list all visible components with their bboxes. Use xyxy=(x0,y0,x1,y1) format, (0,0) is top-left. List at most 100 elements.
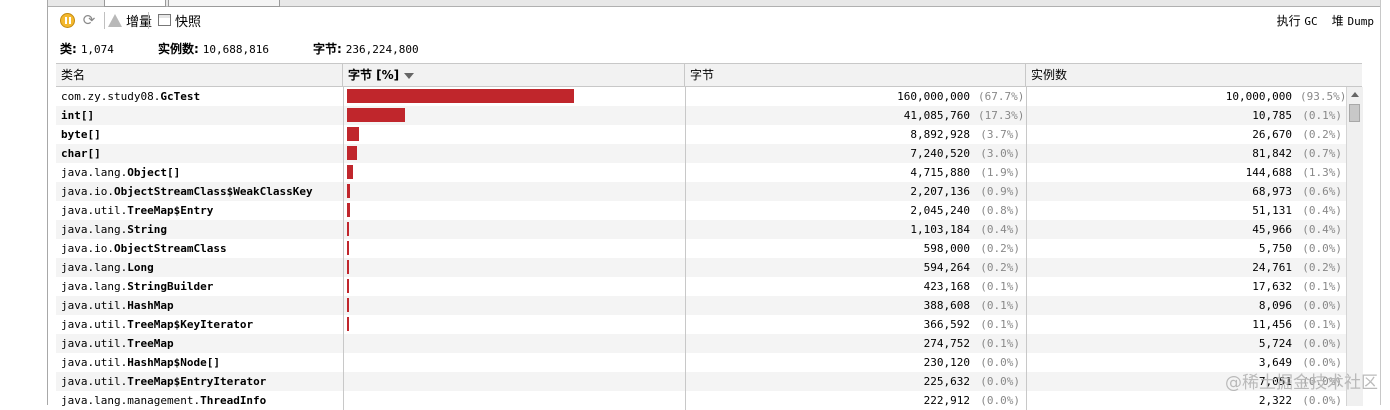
table-row[interactable]: java.io.ObjectStreamClass 598,000 (0.2%) 5,… xyxy=(56,239,1362,258)
class-name-cell: java.util.TreeMap$KeyIterator xyxy=(56,315,343,334)
table-row[interactable]: java.util.HashMap$Node[] 230,120 (0.0%) 3,6… xyxy=(56,353,1362,372)
table-row[interactable]: byte[] 8,892,928 (3.7%) 26,670 (0.2%) xyxy=(56,125,1362,144)
bytes-value: 222,912 xyxy=(923,394,970,407)
table-row[interactable]: java.lang.String 1,103,184 (0.4%) 45,966 (0.… xyxy=(56,220,1362,239)
classes-label: 类: xyxy=(60,41,77,56)
bytes-percent-label: (0.1%) xyxy=(980,299,1020,312)
summary-bar: 类: 1,074 实例数: 10,688,816 字节: 236,224,800 xyxy=(60,40,463,56)
bytes-percent-cell xyxy=(343,163,685,182)
bytes-percent-cell xyxy=(343,144,685,163)
instances-cell: 24,761 (0.2%) xyxy=(1026,258,1346,277)
class-name-cell: java.lang.Long xyxy=(56,258,343,277)
class-simple-name: Object[] xyxy=(127,166,181,179)
sort-descending-icon xyxy=(404,72,415,79)
bytes-value: 423,168 xyxy=(923,280,970,293)
table-row[interactable]: java.util.TreeMap$EntryIterator 225,632 (0… xyxy=(56,372,1362,391)
class-simple-name: TreeMap$KeyIterator xyxy=(127,318,254,331)
bytes-value: 274,752 xyxy=(923,337,970,350)
bytes-cell: 160,000,000 (67.7%) xyxy=(685,87,1026,106)
instances-percent-label: (0.0%) xyxy=(1302,375,1342,388)
bytes-percent-bar xyxy=(347,260,349,274)
instances-value: 26,670 xyxy=(1252,128,1292,141)
bytes-cell: 4,715,880 (1.9%) xyxy=(685,163,1026,182)
class-simple-name: ThreadInfo xyxy=(200,394,267,407)
class-package: java.lang. xyxy=(61,223,128,236)
table-row[interactable]: com.zy.study08.GcTest 160,000,000 (67.7%) 1… xyxy=(56,87,1362,106)
run-gc-button[interactable]: 执行 GC xyxy=(1277,12,1318,29)
delta-button[interactable]: 增量 xyxy=(108,10,152,30)
vertical-scrollbar[interactable] xyxy=(1346,87,1363,406)
bytes-cell: 594,264 (0.2%) xyxy=(685,258,1026,277)
bytes-value: 7,240,520 xyxy=(910,147,970,160)
class-package: java.lang. xyxy=(61,166,128,179)
table-row[interactable]: java.lang.Object[] 4,715,880 (1.9%) 144,688… xyxy=(56,163,1362,182)
bytes-percent-bar xyxy=(347,317,349,331)
table-row[interactable]: java.io.ObjectStreamClass$WeakClassKey 2,… xyxy=(56,182,1362,201)
instances-value: 8,096 xyxy=(1258,299,1292,312)
class-name-cell: java.io.ObjectStreamClass$WeakClassKey xyxy=(56,182,343,201)
bytes-percent-label: (0.1%) xyxy=(980,280,1020,293)
instances-value: 68,973 xyxy=(1252,185,1292,198)
bytes-percent-label: (0.0%) xyxy=(980,356,1020,369)
bytes-percent-label: (3.7%) xyxy=(980,128,1020,141)
class-package: java.util. xyxy=(61,375,128,388)
bytes-percent-bar xyxy=(347,203,350,217)
bytes-percent-label: (1.9%) xyxy=(980,166,1020,179)
table-row[interactable]: java.util.TreeMap$Entry 2,045,240 (0.8%) 51… xyxy=(56,201,1362,220)
table-row[interactable]: java.util.TreeMap$KeyIterator 366,592 (0.1… xyxy=(56,315,1362,334)
instances-percent-label: (0.7%) xyxy=(1302,147,1342,160)
table-row[interactable]: int[] 41,085,760 (17.3%) 10,785 (0.1%) xyxy=(56,106,1362,125)
class-name-cell: java.io.ObjectStreamClass xyxy=(56,239,343,258)
bytes-percent-bar xyxy=(347,184,351,198)
class-name-cell: char[] xyxy=(56,144,343,163)
column-header-bytes-percent[interactable]: 字节 [%] xyxy=(343,64,685,86)
instances-percent-label: (1.3%) xyxy=(1302,166,1342,179)
scroll-up-icon[interactable] xyxy=(1351,92,1359,97)
bytes-percent-cell xyxy=(343,334,685,353)
bytes-percent-bar xyxy=(347,241,349,255)
snapshot-icon xyxy=(158,14,171,26)
heap-dump-button[interactable]: 堆 Dump xyxy=(1332,12,1374,29)
class-name-cell: java.lang.String xyxy=(56,220,343,239)
bytes-percent-cell xyxy=(343,391,685,410)
instances-percent-label: (93.5%) xyxy=(1300,90,1346,103)
bytes-cell: 598,000 (0.2%) xyxy=(685,239,1026,258)
snapshot-label: 快照 xyxy=(175,14,202,30)
table-row[interactable]: java.util.TreeMap 274,752 (0.1%) 5,724 (0.0%… xyxy=(56,334,1362,353)
bytes-cell: 423,168 (0.1%) xyxy=(685,277,1026,296)
scrollbar-thumb[interactable] xyxy=(1349,104,1360,122)
column-header-label: 字节 [%] xyxy=(348,68,400,82)
class-simple-name: ObjectStreamClass xyxy=(113,242,227,255)
bytes-value: 160,000,000 xyxy=(897,90,970,103)
tab-per-thread[interactable] xyxy=(168,0,280,7)
bytes-cell: 1,103,184 (0.4%) xyxy=(685,220,1026,239)
bytes-percent-label: (0.1%) xyxy=(980,337,1020,350)
instances-cell: 3,649 (0.0%) xyxy=(1026,353,1346,372)
delta-icon xyxy=(108,13,122,27)
bytes-cell: 8,892,928 (3.7%) xyxy=(685,125,1026,144)
bytes-label: 字节: xyxy=(312,41,342,56)
table-row[interactable]: char[] 7,240,520 (3.0%) 81,842 (0.7%) xyxy=(56,144,1362,163)
tab-classes[interactable] xyxy=(104,0,166,7)
snapshot-button[interactable]: 快照 xyxy=(158,10,201,30)
column-header-instances[interactable]: 实例数 xyxy=(1026,64,1362,86)
instances-cell: 5,724 (0.0%) xyxy=(1026,334,1346,353)
bytes-percent-label: (0.8%) xyxy=(980,204,1020,217)
table-row[interactable]: java.util.HashMap 388,608 (0.1%) 8,096 (0.0%… xyxy=(56,296,1362,315)
instances-label: 实例数: xyxy=(157,41,199,56)
class-name-cell: java.lang.Object[] xyxy=(56,163,343,182)
instances-cell: 45,966 (0.4%) xyxy=(1026,220,1346,239)
table-row[interactable]: java.lang.management.ThreadInfo 222,912 (0… xyxy=(56,391,1362,410)
column-header-class-name[interactable]: 类名 xyxy=(56,64,343,86)
instances-value: 10,688,816 xyxy=(202,42,269,56)
class-package: java.util. xyxy=(61,337,128,350)
bytes-value: 366,592 xyxy=(923,318,970,331)
pause-button[interactable] xyxy=(60,10,75,30)
table-row[interactable]: java.lang.Long 594,264 (0.2%) 24,761 (0.2%) xyxy=(56,258,1362,277)
bytes-percent-cell xyxy=(343,277,685,296)
column-header-bytes[interactable]: 字节 xyxy=(685,64,1026,86)
instances-cell: 5,750 (0.0%) xyxy=(1026,239,1346,258)
table-row[interactable]: java.lang.StringBuilder 423,168 (0.1%) 17,6… xyxy=(56,277,1362,296)
refresh-button[interactable]: ⟳ xyxy=(81,10,97,30)
instances-value: 11,456 xyxy=(1252,318,1292,331)
